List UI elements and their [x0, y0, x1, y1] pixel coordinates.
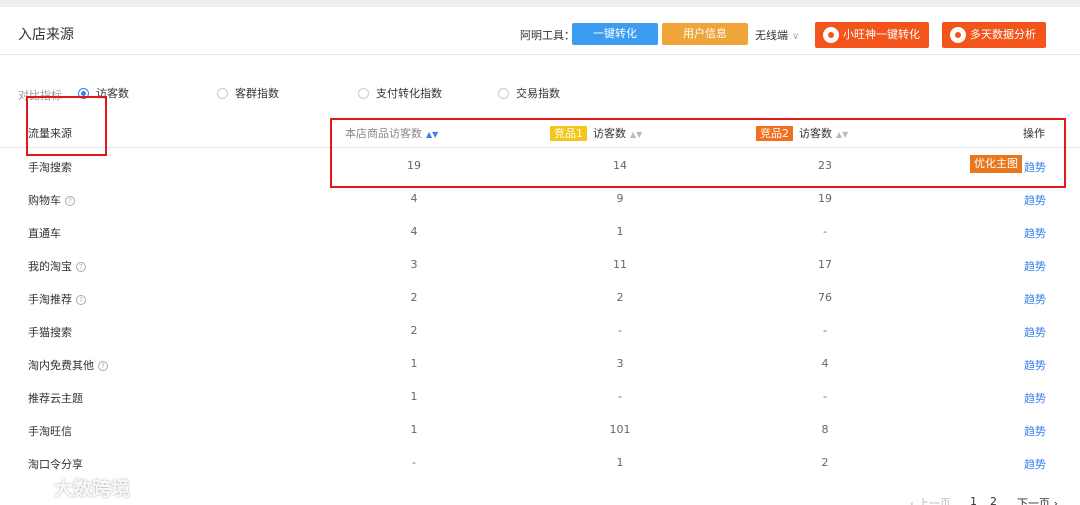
trend-link[interactable]: 趋势 — [1024, 225, 1046, 241]
trend-link[interactable]: 趋势 — [1024, 291, 1046, 307]
table-row: 手淘旺信 1 101 8 趋势 — [0, 413, 1080, 446]
cell-source: 淘口令分享 — [28, 456, 83, 472]
user-info-button[interactable]: 用户信息 — [662, 23, 748, 45]
source-label: 手淘搜索 — [28, 161, 72, 174]
watermark-text: 大数跨境 — [54, 478, 131, 500]
cell-source: 淘内免费其他? — [28, 357, 108, 373]
cell-source: 推荐云主题 — [28, 390, 83, 406]
source-label: 手淘推荐 — [28, 293, 72, 306]
cell-own-visitors: 2 — [410, 324, 418, 337]
cell-comp2-visitors: 76 — [818, 291, 832, 304]
cell-source: 购物车? — [28, 192, 75, 208]
help-icon[interactable]: ? — [76, 262, 86, 272]
cell-source: 手淘搜索 — [28, 159, 72, 175]
help-icon[interactable]: ? — [76, 295, 86, 305]
help-icon[interactable]: ? — [98, 361, 108, 371]
metric-radio-label: 客群指数 — [235, 87, 279, 100]
page-link-1[interactable]: 1 — [970, 495, 977, 505]
table-row: 手淘推荐? 2 2 76 趋势 — [0, 281, 1080, 314]
cell-own-visitors: 1 — [410, 357, 418, 370]
page-header: 入店来源 阿明工具： 一键转化 用户信息 无线端 ∨ 小旺神一键转化 多天数据分析 — [0, 7, 1080, 55]
cell-own-visitors: 1 — [410, 390, 418, 403]
radio-icon — [217, 88, 228, 99]
cell-comp1-visitors: 11 — [613, 258, 627, 271]
tools-label: 阿明工具： — [520, 29, 575, 42]
xiaowang-convert-button[interactable]: 小旺神一键转化 — [815, 22, 929, 48]
trend-link[interactable]: 趋势 — [1024, 390, 1046, 406]
one-click-convert-button[interactable]: 一键转化 — [572, 23, 658, 45]
cell-comp1-visitors: 1 — [616, 456, 624, 469]
cell-source: 直通车 — [28, 225, 61, 241]
cell-own-visitors: 1 — [410, 423, 418, 436]
source-label: 淘内免费其他 — [28, 359, 94, 372]
table-row: 淘内免费其他? 1 3 4 趋势 — [0, 347, 1080, 380]
metric-radio-label: 支付转化指数 — [376, 87, 442, 100]
source-label: 手猫搜索 — [28, 326, 72, 339]
cell-source: 手淘推荐? — [28, 291, 86, 307]
page-link-2[interactable]: 2 — [990, 495, 997, 505]
page-title: 入店来源 — [18, 27, 74, 43]
cell-source: 我的淘宝? — [28, 258, 86, 274]
trend-link[interactable]: 趋势 — [1024, 456, 1046, 472]
trend-link[interactable]: 趋势 — [1024, 192, 1046, 208]
annotation-box — [330, 118, 1066, 188]
cell-comp2-visitors: 19 — [818, 192, 832, 205]
help-icon[interactable]: ? — [65, 196, 75, 206]
cell-comp2-visitors: 8 — [821, 423, 829, 436]
cell-source: 手猫搜索 — [28, 324, 72, 340]
cell-comp2-visitors: - — [823, 324, 827, 337]
prev-page-link[interactable]: ‹ 上一页 — [910, 495, 951, 505]
trend-link[interactable]: 趋势 — [1024, 258, 1046, 274]
cell-comp1-visitors: - — [618, 324, 622, 337]
source-label: 淘口令分享 — [28, 458, 83, 471]
trend-link[interactable]: 趋势 — [1024, 423, 1046, 439]
radio-icon — [498, 88, 509, 99]
metric-radio-label: 交易指数 — [516, 87, 560, 100]
table-row: 淘口令分享 - 1 2 趋势 — [0, 446, 1080, 479]
cell-comp1-visitors: - — [618, 390, 622, 403]
device-select-value: 无线端 — [755, 29, 788, 42]
cell-own-visitors: 4 — [410, 225, 418, 238]
cell-own-visitors: 2 — [410, 291, 418, 304]
cell-comp2-visitors: - — [823, 225, 827, 238]
table-row: 手猫搜索 2 - - 趋势 — [0, 314, 1080, 347]
cell-comp1-visitors: 1 — [616, 225, 624, 238]
cell-comp1-visitors: 9 — [616, 192, 624, 205]
top-strip — [0, 0, 1080, 7]
cell-comp2-visitors: 4 — [821, 357, 829, 370]
source-label: 购物车 — [28, 194, 61, 207]
chevron-down-icon: ∨ — [792, 31, 800, 42]
cell-comp1-visitors: 2 — [616, 291, 624, 304]
xiaowang-convert-label: 小旺神一键转化 — [843, 28, 920, 41]
table-row: 我的淘宝? 3 11 17 趋势 — [0, 248, 1080, 281]
source-label: 推荐云主题 — [28, 392, 83, 405]
logo-icon — [823, 27, 839, 43]
logo-icon — [950, 27, 966, 43]
cell-own-visitors: 4 — [410, 192, 418, 205]
cell-comp1-visitors: 101 — [609, 423, 631, 436]
trend-link[interactable]: 趋势 — [1024, 357, 1046, 373]
table-row: 直通车 4 1 - 趋势 — [0, 215, 1080, 248]
watermark-logo-icon — [8, 476, 47, 495]
next-page-link[interactable]: 下一页 › — [1017, 495, 1058, 505]
source-label: 手淘旺信 — [28, 425, 72, 438]
trend-link[interactable]: 趋势 — [1024, 324, 1046, 340]
cell-source: 手淘旺信 — [28, 423, 72, 439]
multi-day-analysis-button[interactable]: 多天数据分析 — [942, 22, 1046, 48]
source-label: 我的淘宝 — [28, 260, 72, 273]
radio-icon — [358, 88, 369, 99]
cell-comp2-visitors: - — [823, 390, 827, 403]
source-label: 直通车 — [28, 227, 61, 240]
cell-comp2-visitors: 17 — [818, 258, 832, 271]
cell-own-visitors: 3 — [410, 258, 418, 271]
annotation-box — [26, 96, 107, 156]
multi-day-analysis-label: 多天数据分析 — [970, 28, 1036, 41]
cell-own-visitors: - — [412, 456, 416, 469]
device-select[interactable]: 无线端 ∨ — [755, 27, 799, 43]
metric-selector: 对比指标 访客数 客群指数 支付转化指数 交易指数 — [0, 86, 1080, 102]
cell-comp2-visitors: 2 — [821, 456, 829, 469]
table-row: 推荐云主题 1 - - 趋势 — [0, 380, 1080, 413]
cell-comp1-visitors: 3 — [616, 357, 624, 370]
